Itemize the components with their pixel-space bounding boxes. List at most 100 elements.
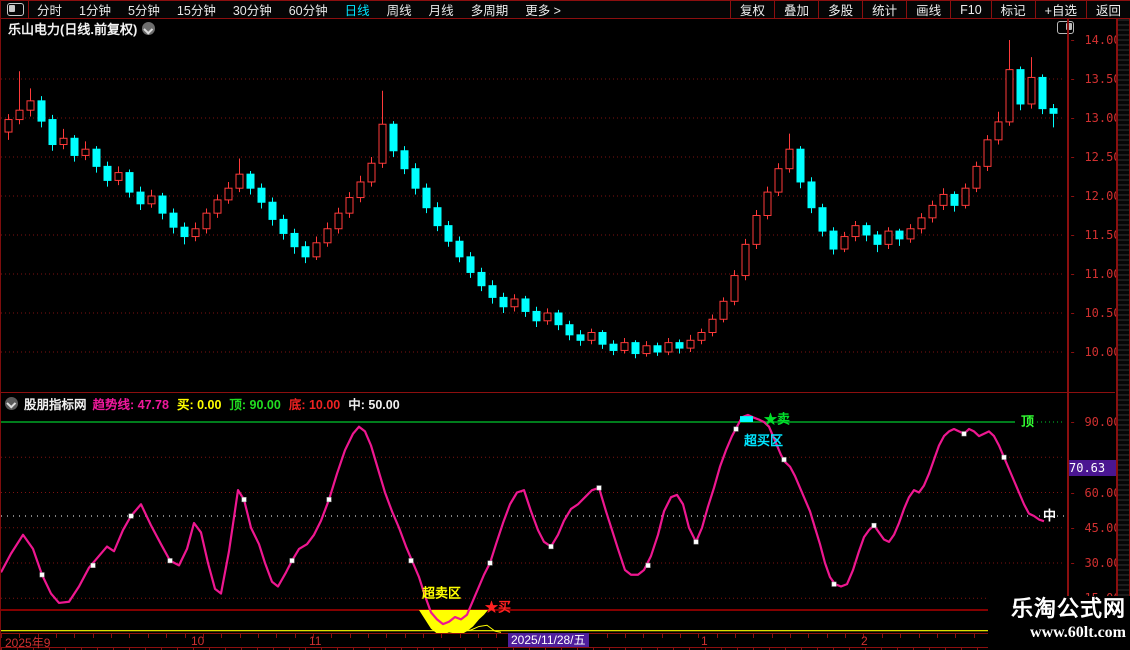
candle-37[interactable]: [411, 163, 420, 195]
candle-61[interactable]: [675, 339, 684, 354]
candle-38[interactable]: [422, 183, 431, 214]
candle-50[interactable]: [554, 309, 563, 331]
tab-10[interactable]: 更多 >: [525, 0, 561, 19]
candle-13[interactable]: [147, 189, 156, 208]
date-axis[interactable]: 2025年9 10 11 1 2 2025/11/28/五: [1, 633, 1115, 650]
candle-65[interactable]: [719, 297, 728, 323]
candle-49[interactable]: [543, 308, 552, 325]
candle-66[interactable]: [730, 270, 739, 306]
candle-19[interactable]: [213, 194, 222, 218]
candle-34[interactable]: [378, 90, 387, 168]
candle-14[interactable]: [158, 192, 167, 220]
candle-45[interactable]: [499, 292, 508, 313]
candle-81[interactable]: [895, 228, 904, 246]
candle-63[interactable]: [697, 328, 706, 345]
candle-85[interactable]: [939, 188, 948, 211]
right-vertical-strip[interactable]: [1116, 19, 1130, 600]
tab-0[interactable]: 分时: [37, 0, 62, 19]
candle-21[interactable]: [235, 158, 244, 193]
toolbar-button-5[interactable]: F10: [950, 1, 991, 18]
candle-59[interactable]: [653, 342, 662, 356]
candle-17[interactable]: [191, 222, 200, 242]
candle-64[interactable]: [708, 314, 717, 337]
toolbar-button-1[interactable]: 叠加: [774, 1, 818, 18]
candle-40[interactable]: [444, 220, 453, 247]
tab-3[interactable]: 15分钟: [177, 0, 216, 19]
candle-53[interactable]: [587, 328, 596, 345]
toolbar-button-3[interactable]: 统计: [862, 1, 906, 18]
toolbar-button-2[interactable]: 多股: [818, 1, 862, 18]
toolbar-button-8[interactable]: 返回: [1085, 1, 1130, 18]
candle-57[interactable]: [631, 340, 640, 359]
candle-32[interactable]: [356, 175, 365, 203]
candle-54[interactable]: [598, 330, 607, 349]
tab-1[interactable]: 1分钟: [79, 0, 111, 19]
candle-3[interactable]: [37, 96, 46, 128]
candle-78[interactable]: [862, 222, 871, 242]
candle-67[interactable]: [741, 238, 750, 281]
candle-84[interactable]: [928, 200, 937, 223]
candle-60[interactable]: [664, 337, 673, 356]
candle-92[interactable]: [1016, 66, 1025, 111]
candle-89[interactable]: [983, 135, 992, 172]
toolbar-button-6[interactable]: 标记: [990, 1, 1035, 18]
candlestick-chart[interactable]: [1, 38, 1067, 392]
candle-83[interactable]: [917, 213, 926, 234]
candle-8[interactable]: [92, 146, 101, 173]
candle-46[interactable]: [510, 294, 519, 312]
candle-95[interactable]: [1049, 103, 1058, 128]
toolbar-button-7[interactable]: +自选: [1034, 1, 1086, 18]
candle-20[interactable]: [224, 181, 233, 204]
candle-33[interactable]: [367, 157, 376, 187]
candle-76[interactable]: [840, 231, 849, 253]
sidebar-toggle-icon[interactable]: [7, 3, 24, 16]
candle-70[interactable]: [774, 163, 783, 196]
candle-55[interactable]: [609, 340, 618, 356]
candle-48[interactable]: [532, 306, 541, 328]
candle-23[interactable]: [257, 183, 266, 209]
candle-71[interactable]: [785, 133, 794, 173]
candle-25[interactable]: [279, 214, 288, 240]
candle-56[interactable]: [620, 337, 629, 354]
candle-72[interactable]: [796, 146, 805, 189]
candle-58[interactable]: [642, 341, 651, 357]
tab-8[interactable]: 月线: [429, 0, 454, 19]
candle-35[interactable]: [389, 121, 398, 157]
candle-10[interactable]: [114, 166, 123, 186]
candle-42[interactable]: [466, 252, 475, 278]
candle-74[interactable]: [818, 203, 827, 237]
candle-5[interactable]: [59, 128, 68, 150]
candle-27[interactable]: [301, 241, 310, 264]
candle-62[interactable]: [686, 334, 695, 352]
candle-87[interactable]: [961, 183, 970, 209]
candle-43[interactable]: [477, 267, 486, 292]
candle-18[interactable]: [202, 208, 211, 234]
candle-80[interactable]: [884, 227, 893, 250]
toolbar-button-0[interactable]: 复权: [730, 1, 774, 18]
candle-0[interactable]: [4, 114, 13, 140]
tab-6[interactable]: 日线: [345, 0, 370, 19]
candle-90[interactable]: [994, 111, 1003, 145]
candle-44[interactable]: [488, 280, 497, 304]
candle-68[interactable]: [752, 210, 761, 250]
candle-39[interactable]: [433, 202, 442, 232]
candle-6[interactable]: [70, 135, 79, 162]
indicator-collapse-icon[interactable]: [5, 396, 18, 410]
candle-22[interactable]: [246, 171, 255, 195]
tab-2[interactable]: 5分钟: [128, 0, 160, 19]
candle-9[interactable]: [103, 161, 112, 187]
tab-7[interactable]: 周线: [387, 0, 412, 19]
candle-47[interactable]: [521, 295, 530, 317]
tab-4[interactable]: 30分钟: [233, 0, 272, 19]
candle-31[interactable]: [345, 192, 354, 218]
candle-11[interactable]: [125, 169, 134, 198]
chevron-down-circle-icon[interactable]: [142, 22, 156, 35]
candle-29[interactable]: [323, 222, 332, 247]
candle-26[interactable]: [290, 228, 299, 254]
candle-41[interactable]: [455, 236, 464, 263]
candle-12[interactable]: [136, 186, 145, 211]
tab-5[interactable]: 60分钟: [289, 0, 328, 19]
candle-79[interactable]: [873, 231, 882, 253]
candle-51[interactable]: [565, 320, 574, 341]
candle-75[interactable]: [829, 227, 838, 255]
